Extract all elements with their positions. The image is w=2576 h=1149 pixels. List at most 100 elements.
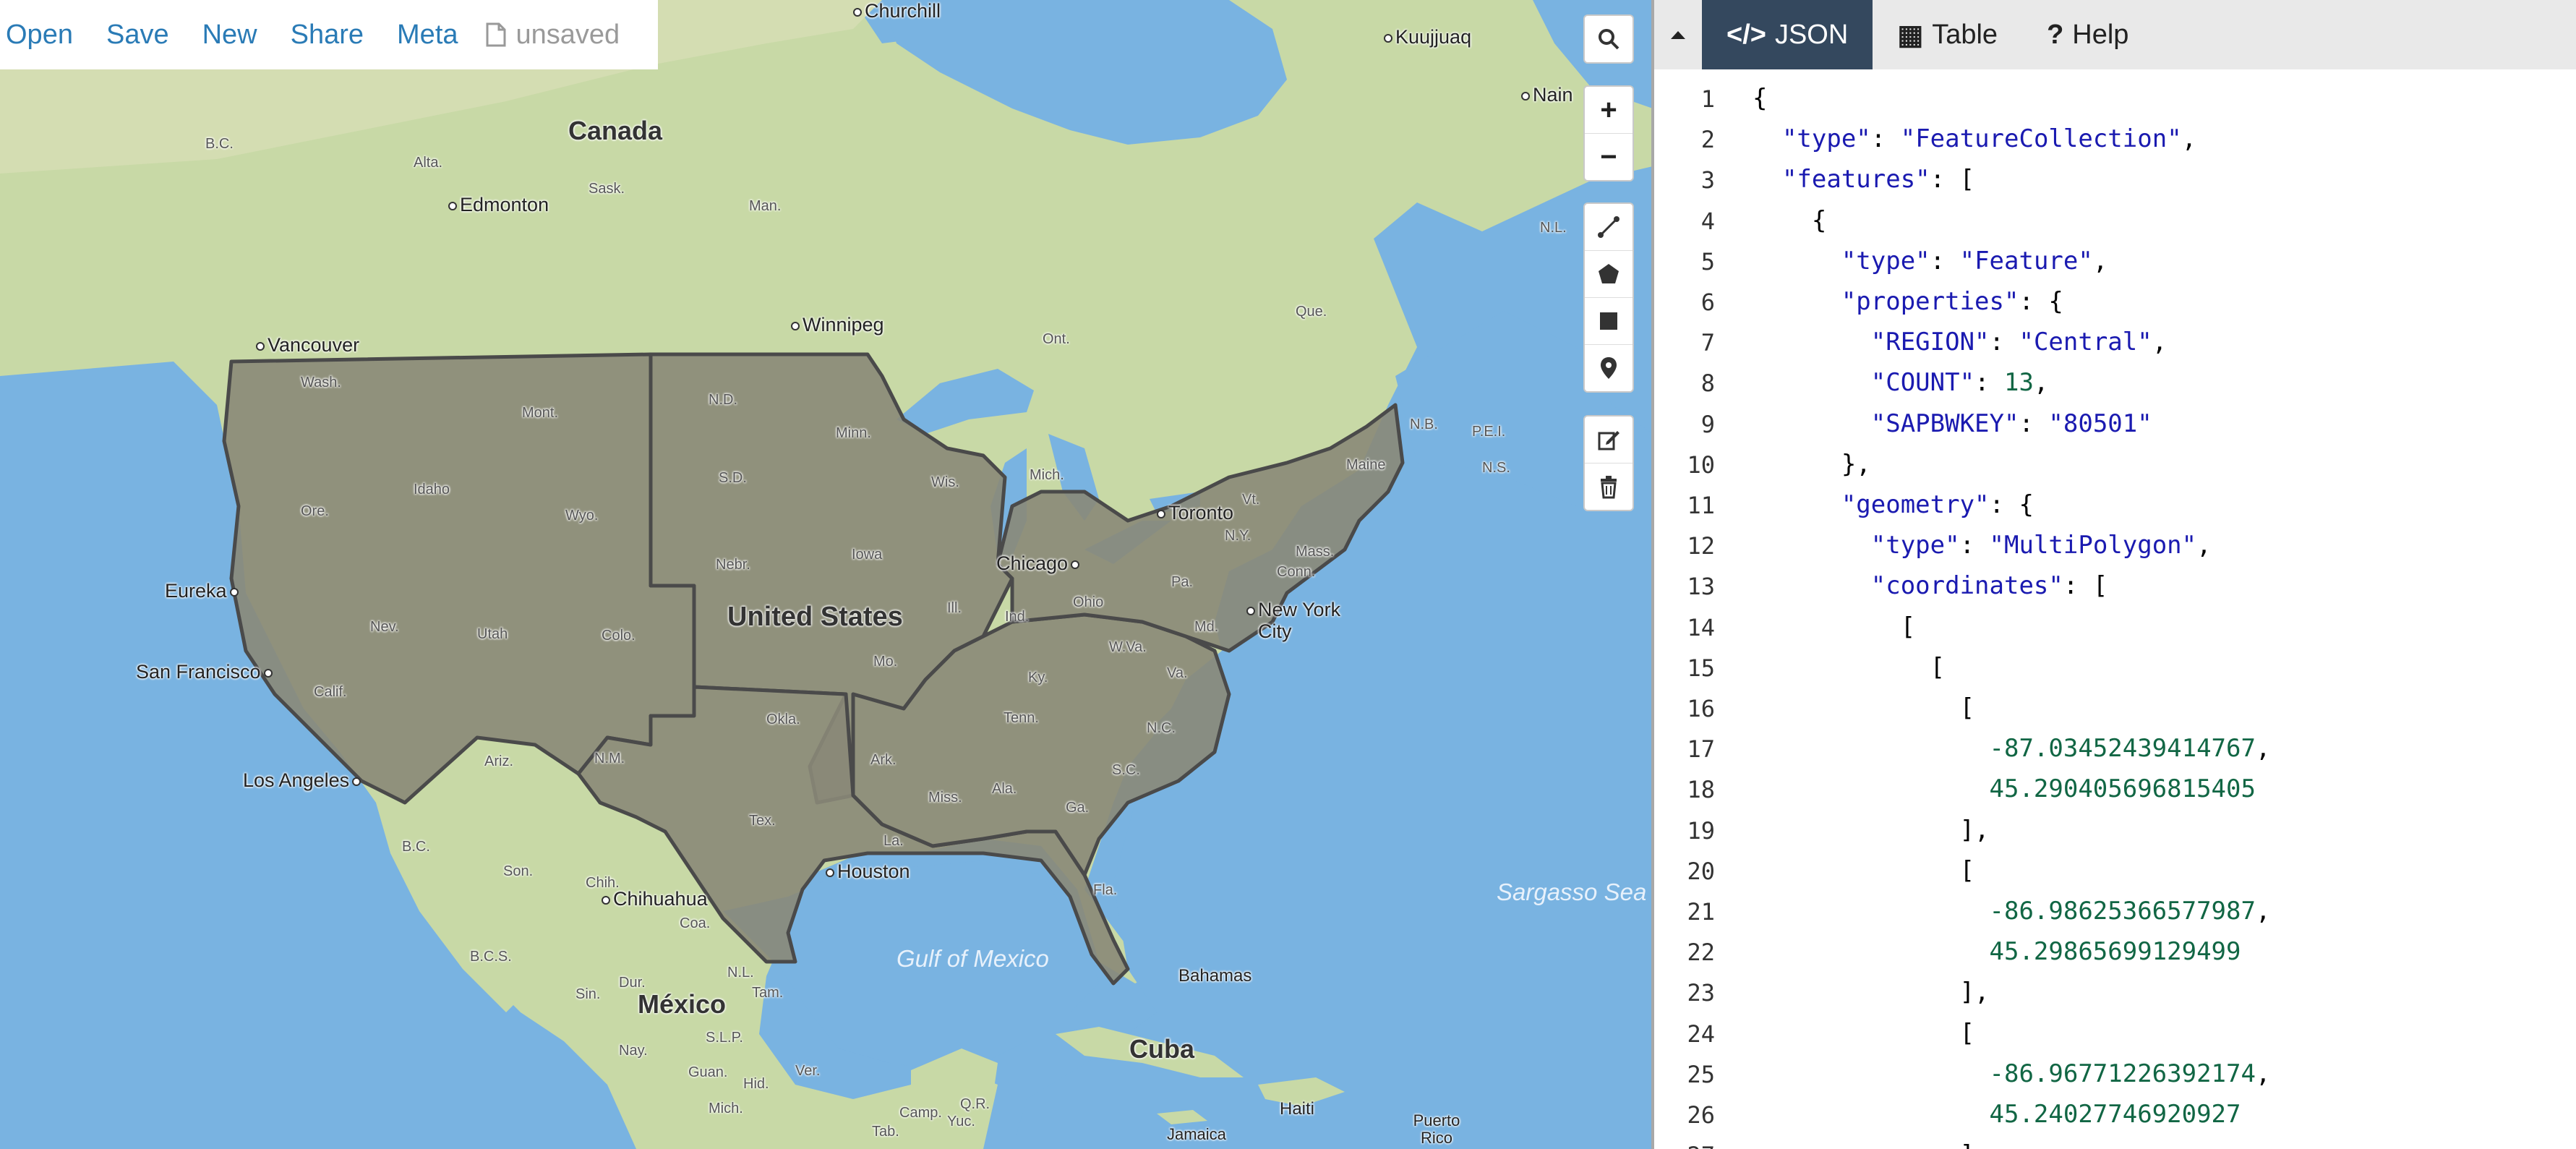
- label-idaho: Idaho: [414, 482, 450, 497]
- meta-button[interactable]: Meta: [397, 20, 458, 51]
- code-line[interactable]: "geometry": {: [1753, 490, 2034, 519]
- line-number: 24: [1687, 1020, 1715, 1048]
- line-number: 27: [1654, 1142, 1715, 1149]
- tab-help[interactable]: ? Help: [2022, 0, 2153, 69]
- code-line[interactable]: "coordinates": [: [1753, 571, 2108, 600]
- code-line[interactable]: [: [1753, 693, 1974, 722]
- label-sin: Sin.: [575, 986, 601, 1002]
- label-qr: Q.R.: [960, 1096, 990, 1112]
- code-line[interactable]: [: [1753, 653, 1945, 682]
- zoom-in-icon: +: [1600, 93, 1617, 126]
- file-menu-bar: Open Save New Share Meta unsaved: [0, 0, 658, 69]
- label-vt: Vt.: [1242, 492, 1260, 508]
- line-number: 3: [1700, 166, 1715, 195]
- label-pa: Pa.: [1171, 574, 1194, 590]
- map-view[interactable]: Churchill Kuujjuaq Nain Canada B.C. Alta…: [0, 0, 1653, 1149]
- label-bc-mexico: B.C.: [402, 839, 430, 855]
- label-ind: Ind.: [1005, 609, 1030, 625]
- line-number: 23: [1687, 979, 1715, 1007]
- tab-table[interactable]: ▦ Table: [1873, 0, 2022, 69]
- basemap[interactable]: [0, 0, 1653, 1149]
- code-line[interactable]: [: [1753, 612, 1915, 641]
- label-cuba: Cuba: [1129, 1034, 1194, 1064]
- code-line[interactable]: "COUNT": 13,: [1753, 368, 2049, 397]
- file-status: unsaved: [486, 20, 620, 51]
- code-line[interactable]: -87.03452439414767,: [1753, 734, 2271, 763]
- label-sd: S.D.: [719, 470, 747, 486]
- line-number: 1: [1700, 85, 1715, 113]
- code-line[interactable]: {: [1753, 84, 1767, 113]
- code-line[interactable]: ],: [1753, 816, 1990, 845]
- draw-polygon-button[interactable]: [1585, 251, 1633, 298]
- label-los-angeles: Los Angeles: [243, 769, 364, 792]
- label-mich: Mich.: [1030, 467, 1064, 483]
- label-nay: Nay.: [619, 1043, 648, 1059]
- line-number: 22: [1687, 939, 1715, 967]
- code-line[interactable]: },: [1753, 450, 1871, 479]
- new-button[interactable]: New: [202, 20, 257, 51]
- label-va: Va.: [1167, 665, 1188, 681]
- label-chicago: Chicago: [996, 552, 1082, 575]
- label-edmonton: Edmonton: [448, 194, 549, 216]
- label-nm: N.M.: [594, 751, 625, 766]
- code-line[interactable]: "properties": {: [1753, 287, 2063, 316]
- code-line[interactable]: -86.98625366577987,: [1753, 897, 2271, 926]
- collapse-panel-button[interactable]: [1654, 0, 1702, 69]
- search-button[interactable]: [1585, 16, 1633, 62]
- label-sargasso-sea: Sargasso Sea: [1497, 879, 1647, 905]
- label-calif: Calif.: [314, 684, 347, 700]
- label-md: Md.: [1194, 619, 1219, 635]
- code-line[interactable]: "REGION": "Central",: [1753, 328, 2167, 356]
- line-number: 12: [1687, 532, 1715, 560]
- label-tab: Tab.: [872, 1124, 899, 1140]
- label-kuujjuaq: Kuujjuaq: [1384, 26, 1471, 48]
- code-line[interactable]: "type": "Feature",: [1753, 247, 2108, 275]
- code-line[interactable]: ],: [1753, 978, 1990, 1007]
- json-code-editor[interactable]: 1 {2 "type": "FeatureCollection", 3 "featu…: [1654, 69, 2576, 1149]
- code-line[interactable]: "features": [: [1753, 165, 1974, 194]
- label-winnipeg: Winnipeg: [791, 314, 884, 336]
- zoom-in-button[interactable]: +: [1585, 87, 1633, 134]
- file-status-label: unsaved: [515, 19, 620, 50]
- label-houston: Houston: [826, 860, 910, 883]
- code-line[interactable]: "type": "FeatureCollection",: [1753, 124, 2196, 153]
- draw-polygon-icon: [1599, 264, 1619, 283]
- code-line[interactable]: [: [1753, 1019, 1974, 1048]
- edit-layers-button[interactable]: [1585, 417, 1633, 464]
- code-line[interactable]: "type": "MultiPolygon",: [1753, 531, 2212, 560]
- line-number: 9: [1700, 410, 1715, 438]
- open-button[interactable]: Open: [6, 20, 73, 51]
- delete-layers-button[interactable]: [1585, 464, 1633, 510]
- label-guan: Guan.: [688, 1064, 728, 1080]
- save-button[interactable]: Save: [106, 20, 169, 51]
- code-line[interactable]: 45.24027746920927: [1753, 1100, 2241, 1129]
- code-line[interactable]: 45.29865699129499: [1753, 937, 2241, 966]
- line-number: 10: [1687, 450, 1715, 479]
- label-bcs: B.C.S.: [470, 949, 512, 965]
- share-button[interactable]: Share: [291, 20, 364, 51]
- label-sask: Sask.: [589, 181, 625, 197]
- tab-json[interactable]: </> JSON: [1702, 0, 1873, 69]
- draw-marker-button[interactable]: [1585, 345, 1633, 391]
- code-line[interactable]: "SAPBWKEY": "80501": [1753, 409, 2152, 438]
- panel-tabs: </> JSON ▦ Table ? Help: [1654, 0, 2576, 69]
- code-line[interactable]: ]: [1753, 1140, 1974, 1149]
- zoom-out-button[interactable]: −: [1585, 134, 1633, 180]
- label-maine: Maine: [1346, 457, 1386, 473]
- draw-rectangle-button[interactable]: [1585, 298, 1633, 345]
- label-yuc: Yuc.: [947, 1114, 975, 1129]
- label-nev: Nev.: [370, 619, 399, 635]
- label-utah: Utah: [477, 626, 508, 642]
- draw-line-button[interactable]: [1585, 204, 1633, 251]
- edit-toolbar: [1583, 415, 1634, 511]
- label-ariz: Ariz.: [484, 753, 513, 769]
- code-line[interactable]: {: [1753, 206, 1826, 235]
- label-wash: Wash.: [301, 375, 341, 390]
- label-united-states: United States: [727, 602, 903, 632]
- code-line[interactable]: [: [1753, 856, 1974, 885]
- label-nc: N.C.: [1147, 720, 1176, 736]
- label-nain: Nain: [1521, 84, 1573, 106]
- line-number: 11: [1687, 492, 1715, 519]
- code-line[interactable]: 45.290405696815405: [1753, 774, 2256, 803]
- code-line[interactable]: -86.96771226392174,: [1753, 1059, 2271, 1088]
